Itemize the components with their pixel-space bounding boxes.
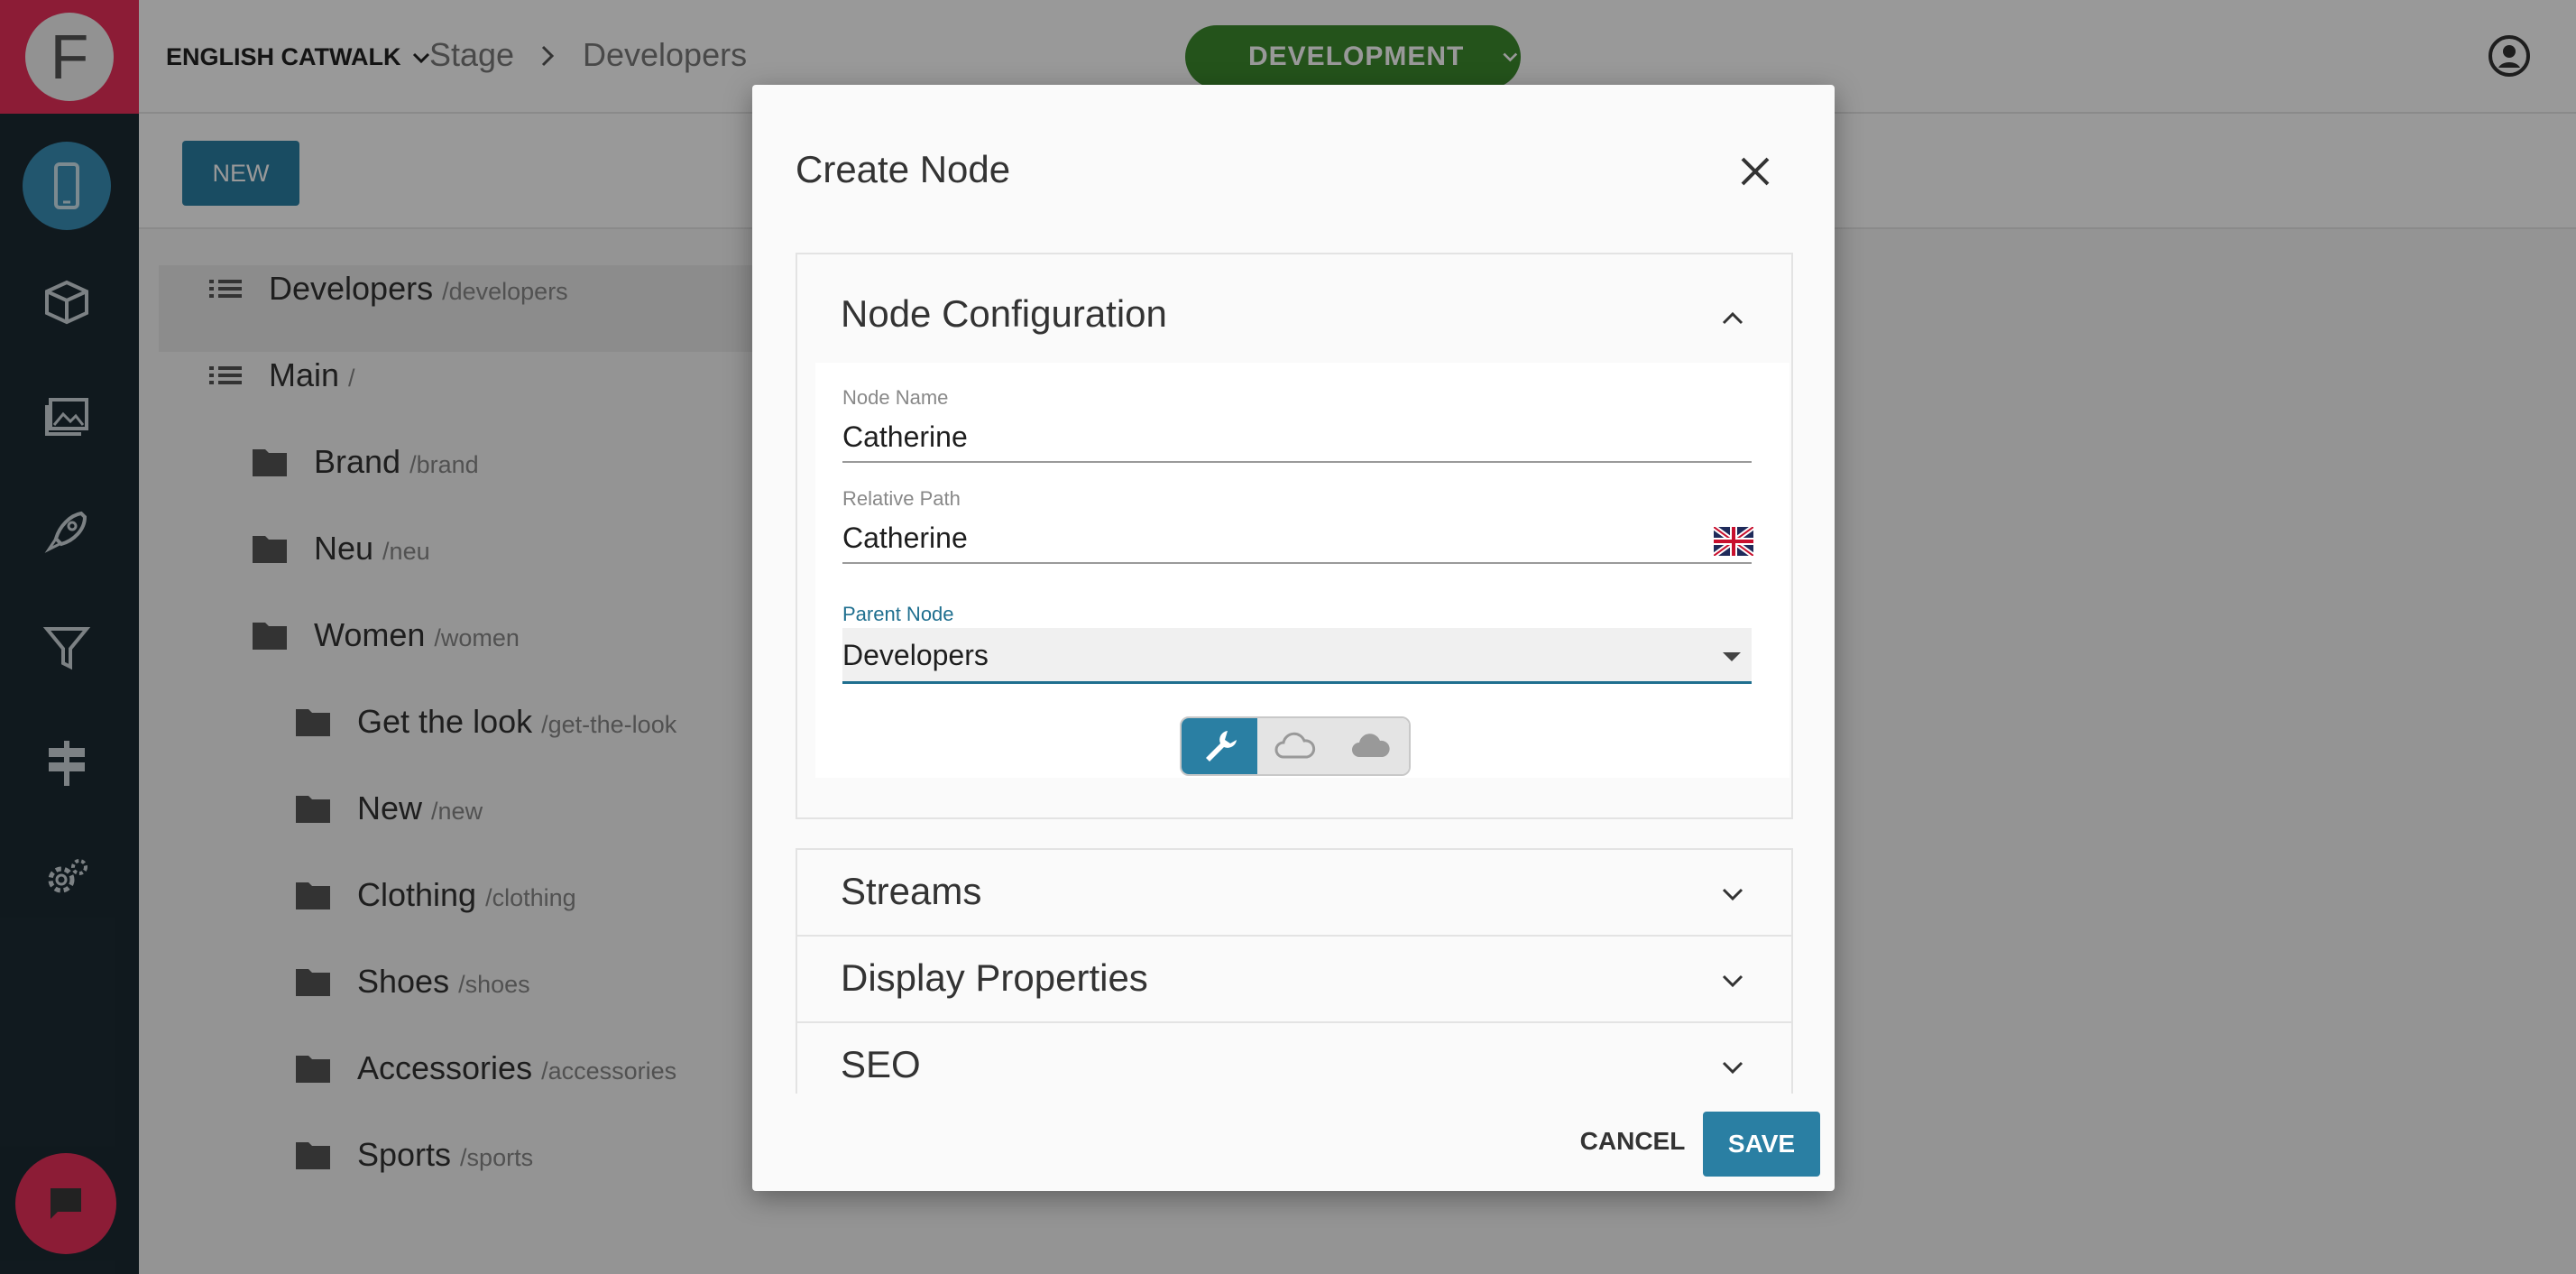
panel-heading[interactable]: Node Configuration <box>841 292 1167 336</box>
node-configuration-panel: Node Configuration Node Name Catherine R… <box>796 253 1793 819</box>
parent-node-select[interactable]: Developers <box>842 628 1752 684</box>
toggle-draft[interactable] <box>1182 718 1257 774</box>
seo-panel[interactable]: SEO <box>796 1021 1793 1094</box>
publish-state-toggle[interactable] <box>1180 716 1411 776</box>
chevron-down-icon[interactable] <box>1719 1054 1746 1081</box>
node-name-field[interactable]: Catherine <box>842 413 1752 463</box>
panel-heading[interactable]: Streams <box>841 870 981 913</box>
cloud-filled-icon <box>1352 734 1390 757</box>
chevron-down-icon[interactable] <box>1719 881 1746 908</box>
toggle-preview[interactable] <box>1257 718 1333 774</box>
parent-node-label: Parent Node <box>842 603 954 625</box>
node-name-label: Node Name <box>842 386 949 409</box>
chevron-up-icon[interactable] <box>1719 305 1746 332</box>
uk-flag-icon[interactable] <box>1714 527 1753 556</box>
configuration-form: Node Name Catherine Relative Path Cather… <box>815 363 1789 778</box>
display-properties-panel[interactable]: Display Properties <box>796 935 1793 1023</box>
chevron-down-icon[interactable] <box>1719 967 1746 994</box>
dialog-title: Create Node <box>796 148 1011 190</box>
cancel-button[interactable]: CANCEL <box>1569 1112 1696 1171</box>
cloud-outline-icon <box>1274 732 1316 759</box>
parent-node-value: Developers <box>842 639 989 671</box>
streams-panel[interactable]: Streams <box>796 848 1793 937</box>
panel-heading[interactable]: Display Properties <box>841 956 1148 1000</box>
relative-path-label: Relative Path <box>842 487 961 510</box>
save-button[interactable]: SAVE <box>1703 1112 1820 1177</box>
panel-heading[interactable]: SEO <box>841 1043 921 1086</box>
dropdown-arrow-icon[interactable] <box>1721 650 1743 664</box>
toggle-live[interactable] <box>1333 718 1409 774</box>
relative-path-field[interactable]: Catherine <box>842 514 1752 564</box>
wrench-icon <box>1206 731 1237 762</box>
close-icon[interactable] <box>1739 155 1771 188</box>
create-node-dialog: Create Node Node Configuration Node Name… <box>752 85 1835 1191</box>
